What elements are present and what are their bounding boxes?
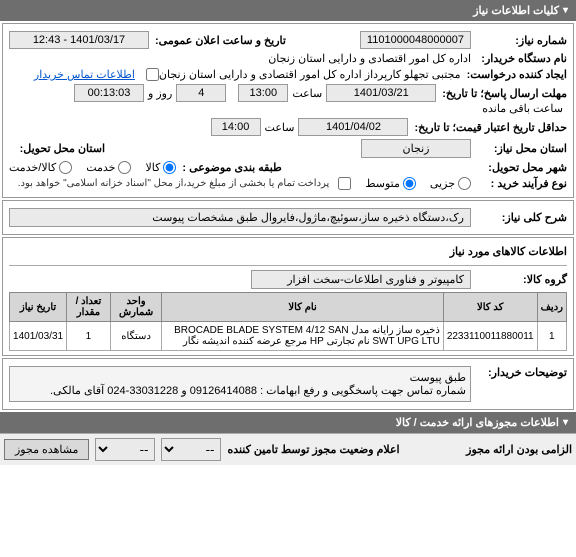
header-title: کلیات اطلاعات نیاز [473,4,559,17]
need-info-box: شماره نیاز: 1101000048000007 تاریخ و ساع… [2,23,574,198]
desc-box: شرح کلی نیاز: رک،دستگاه ذخیره ساز،سوئیچ،… [2,200,574,235]
buyer-note-label: توضیحات خریدار: [477,366,567,379]
contact-checkbox[interactable] [146,68,159,81]
chevron-down-icon: ▾ [563,5,568,16]
hms-left: 00:13:03 [74,84,144,102]
need-no-value: 1101000048000007 [360,31,471,49]
proc-mid[interactable]: متوسط [365,177,416,190]
buyer-note-box: توضیحات خریدار: طبق پیوست شماره تماس جهت… [2,358,574,410]
pay-note: پرداخت تمام یا بخشی از مبلغ خرید،از محل … [18,178,330,189]
cell-n: 1 [537,322,566,351]
section-header-permits: ▾ اطلاعات مجوزهای ارائه خدمت / کالا [0,412,576,433]
buyer-org-label: نام دستگاه خریدار: [477,52,567,65]
pay-note-checkbox[interactable] [338,177,351,190]
col-unit: واحد شمارش [110,293,162,322]
need-loc-label: استان محل نیاز: [477,142,567,155]
col-row: ردیف [537,293,566,322]
items-table: ردیف کد کالا نام کالا واحد شمارش تعداد /… [9,292,567,351]
mandatory-label: الزامی بودن ارائه مجوز [466,443,572,456]
footer-bar: الزامی بودن ارائه مجوز اعلام وضعیت مجوز … [0,433,576,465]
cell-qty: 1 [67,322,111,351]
remain-label: ساعت باقی مانده [482,102,563,115]
time-label-1: ساعت [292,87,322,100]
group-label: گروه کالا: [477,273,567,286]
deadline-time: 13:00 [238,84,288,102]
time-label-2: ساعت [265,121,295,134]
requester-label: ایجاد کننده درخواست: [467,68,567,81]
desc-text: رک،دستگاه ذخیره ساز،سوئیچ،ماژول،فایروال … [9,208,471,227]
deadline-date: 1401/03/21 [326,84,436,102]
validity-date: 1401/04/02 [298,118,408,136]
need-no-label: شماره نیاز: [477,34,567,47]
cell-code: 2233110011880011 [443,322,537,351]
requester-value: مجتبی تجهلو کارپرداز اداره کل امور اقتصا… [159,68,461,81]
announce-value: 1401/03/17 - 12:43 [9,31,149,49]
cell-name: ذخیره ساز رایانه مدل BROCADE BLADE SYSTE… [162,322,443,351]
buyer-note-content: طبق پیوست شماره تماس جهت پاسخگویی و رفع … [9,366,471,402]
header2-title: اطلاعات مجوزهای ارائه خدمت / کالا [396,416,559,429]
class-label: طبقه بندی موضوعی : [182,161,281,174]
buyer-org-value: اداره کل امور اقتصادی و دارایی استان زنج… [268,52,471,65]
deliver-city-label: شهر محل تحویل: [477,161,567,174]
status-label: اعلام وضعیت مجوز توسط تامین کننده [227,443,399,456]
view-permit-button[interactable]: مشاهده مجوز [4,439,89,460]
validity-label: حداقل تاریخ اعتبار قیمت؛ تا تاریخ: [414,121,567,134]
class-goods[interactable]: کالا [145,161,176,174]
status-select-2[interactable]: -- [95,438,155,461]
buyer-note-line1: طبق پیوست [14,371,466,384]
cell-unit: دستگاه [110,322,162,351]
buyer-note-line2: شماره تماس جهت پاسخگویی و رفع ابهامات : … [14,384,466,397]
proc-low[interactable]: جزیی [430,177,471,190]
desc-label: شرح کلی نیاز: [477,211,567,224]
validity-time: 14:00 [211,118,261,136]
table-row: 1 2233110011880011 ذخیره ساز رایانه مدل … [10,322,567,351]
proc-label: نوع فرآیند خرید : [477,177,567,190]
items-title: اطلاعات کالاهای مورد نیاز [9,242,567,261]
group-value: کامپیوتر و فناوری اطلاعات-سخت افزار [251,270,471,289]
class-radio-group: کالا خدمت کالا/خدمت [9,161,176,174]
col-name: نام کالا [162,293,443,322]
status-select-1[interactable]: -- [161,438,221,461]
days-label: روز و [148,87,172,100]
items-box: اطلاعات کالاهای مورد نیاز گروه کالا: کام… [2,237,574,356]
need-loc-value: زنجان [361,139,471,158]
days-left: 4 [176,84,226,102]
class-both[interactable]: کالا/خدمت [9,161,72,174]
col-qty: تعداد / مقدار [67,293,111,322]
announce-label: تاریخ و ساعت اعلان عمومی: [155,34,286,47]
class-service[interactable]: خدمت [86,161,131,174]
buyer-contact-link[interactable]: اطلاعات تماس خریدار [34,68,135,81]
section-header-need-info: ▾ کلیات اطلاعات نیاز [0,0,576,21]
col-code: کد کالا [443,293,537,322]
proc-radio-group: جزیی متوسط [365,177,471,190]
cell-date: 1401/03/31 [10,322,67,351]
col-date: تاریخ نیاز [10,293,67,322]
deliver-prov-label: استان محل تحویل: [15,142,105,155]
chevron-down-icon: ▾ [563,417,568,428]
deadline-label: مهلت ارسال پاسخ؛ تا تاریخ: [442,87,567,100]
